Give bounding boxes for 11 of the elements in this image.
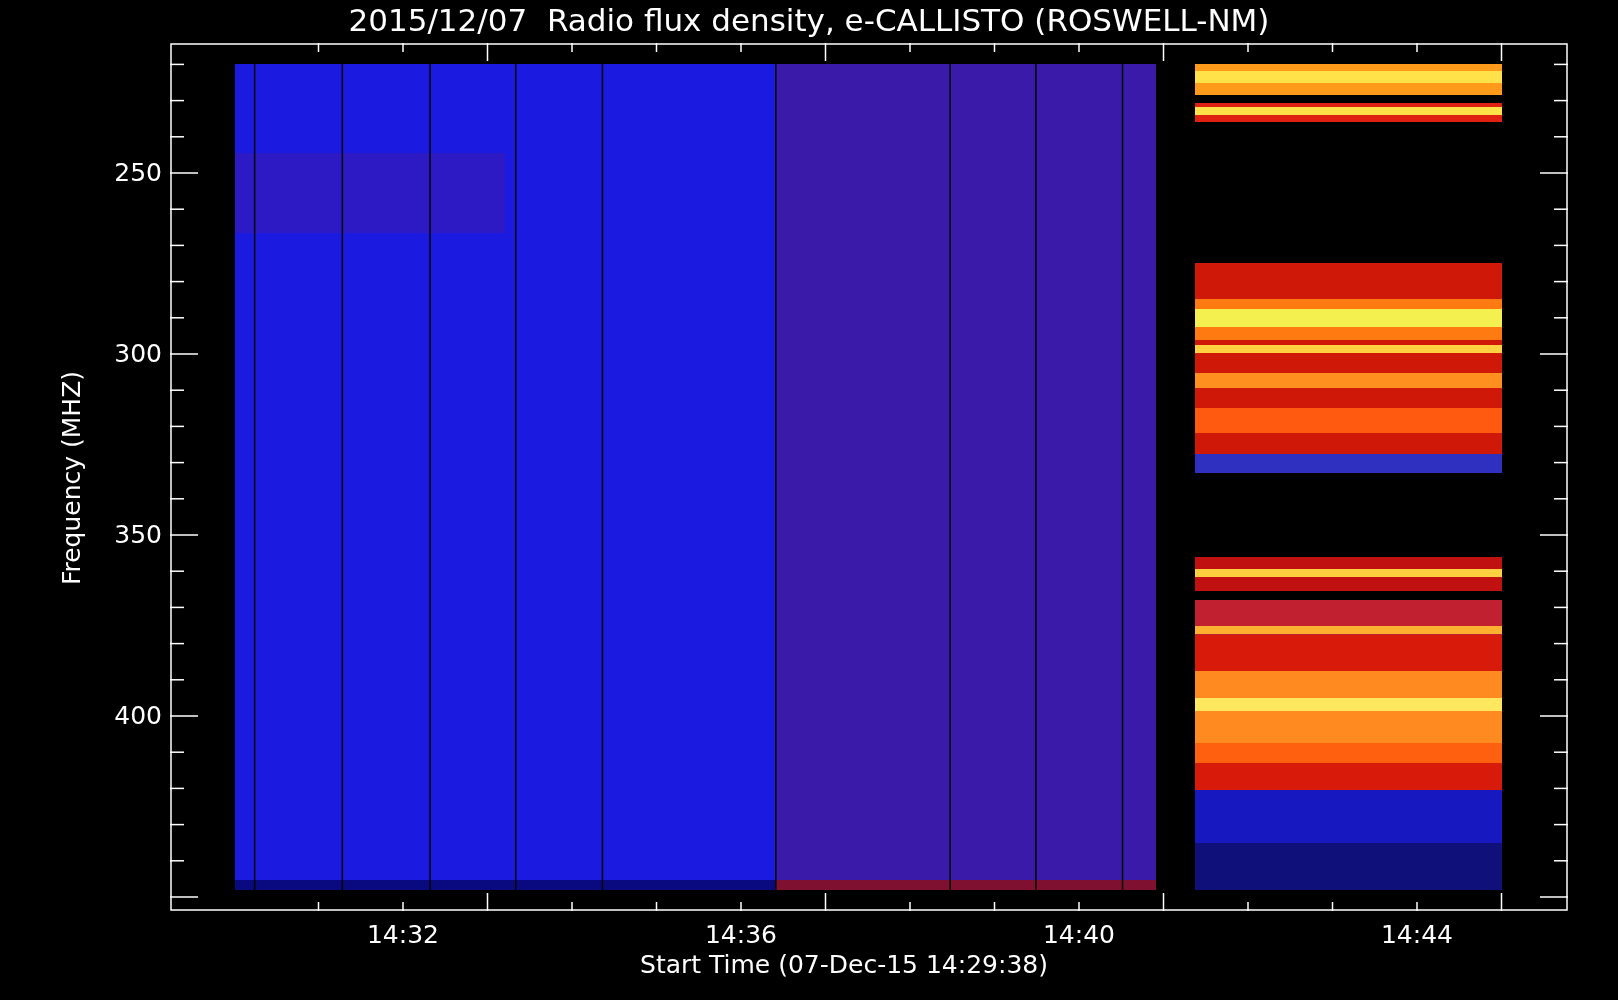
x-tick-label: 14:36 bbox=[703, 920, 778, 950]
x-tick-label: 14:32 bbox=[365, 920, 440, 950]
y-axis-label: Frequency (MHZ) bbox=[57, 370, 87, 586]
y-tick-label: 250 bbox=[113, 158, 162, 188]
x-tick-label: 14:40 bbox=[1041, 920, 1116, 950]
plot-title: 2015/12/07 Radio flux density, e-CALLISTO (ROSWELL-NM) bbox=[347, 2, 1271, 38]
y-tick-label: 300 bbox=[113, 339, 162, 369]
x-axis-label: Start Time (07-Dec-15 14:29:38) bbox=[639, 950, 1049, 980]
y-tick-label: 350 bbox=[113, 520, 162, 550]
x-tick-label: 14:44 bbox=[1379, 920, 1454, 950]
y-tick-label: 400 bbox=[113, 701, 162, 731]
